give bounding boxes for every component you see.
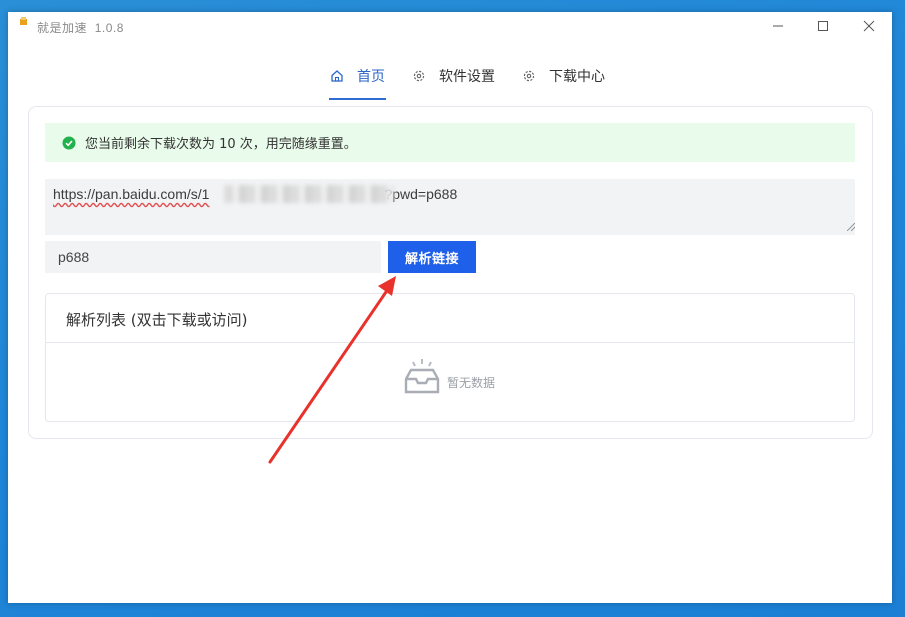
empty-state-text: 暂无数据 [447,376,496,390]
tab-settings[interactable]: 软件设置 [412,52,495,99]
quota-alert-text: 您当前剩余下载次数为 10 次，用完随缘重置。 [85,137,357,152]
quota-alert: 您当前剩余下载次数为 10 次，用完随缘重置。 [45,123,855,162]
top-nav: 首页 软件设置 下载中心 [8,52,892,102]
maximize-icon [818,21,828,31]
gear-icon [413,70,425,81]
empty-box-icon [404,359,440,394]
gear-icon [523,70,535,81]
close-icon [863,20,875,32]
list-divider [46,342,854,343]
share-link-prefix: https://pan.baidu.com/s/1 [53,186,210,202]
home-icon [331,69,343,82]
share-link-suffix: ?pwd=p688 [384,186,458,202]
parse-list-title: 解析列表 (双击下载或访问) [66,311,248,329]
tab-home[interactable]: 首页 [330,52,385,99]
minimize-button[interactable] [766,16,790,38]
resize-grip-icon[interactable] [847,223,855,231]
check-circle-icon [62,136,76,149]
app-window: 就是加速 1.0.8 首页 软件设置 下载中心 您当前剩余下载次数为 10 次，… [8,12,892,603]
minimize-icon [773,25,783,27]
tab-home-label: 首页 [357,68,385,85]
maximize-button[interactable] [811,16,835,38]
redacted-link-blur [224,185,394,203]
app-logo-icon [20,17,27,25]
tab-download-center[interactable]: 下载中心 [522,52,605,99]
share-link-textarea[interactable]: https://pan.baidu.com/s/1 ?pwd=p688 [45,179,855,235]
close-button[interactable] [857,16,881,38]
extract-code-input[interactable] [45,241,381,273]
main-card: 您当前剩余下载次数为 10 次，用完随缘重置。 https://pan.baid… [28,106,873,439]
parse-link-button[interactable]: 解析链接 [388,241,476,273]
active-tab-indicator [329,98,386,100]
title-bar: 就是加速 1.0.8 [8,12,892,42]
tab-settings-label: 软件设置 [439,68,495,85]
tab-download-center-label: 下载中心 [549,68,605,85]
app-version: 1.0.8 [94,21,124,35]
parse-list-panel: 解析列表 (双击下载或访问) 暂无数据 [45,293,855,422]
app-name: 就是加速 [37,21,88,35]
app-title: 就是加速 1.0.8 [37,19,124,36]
